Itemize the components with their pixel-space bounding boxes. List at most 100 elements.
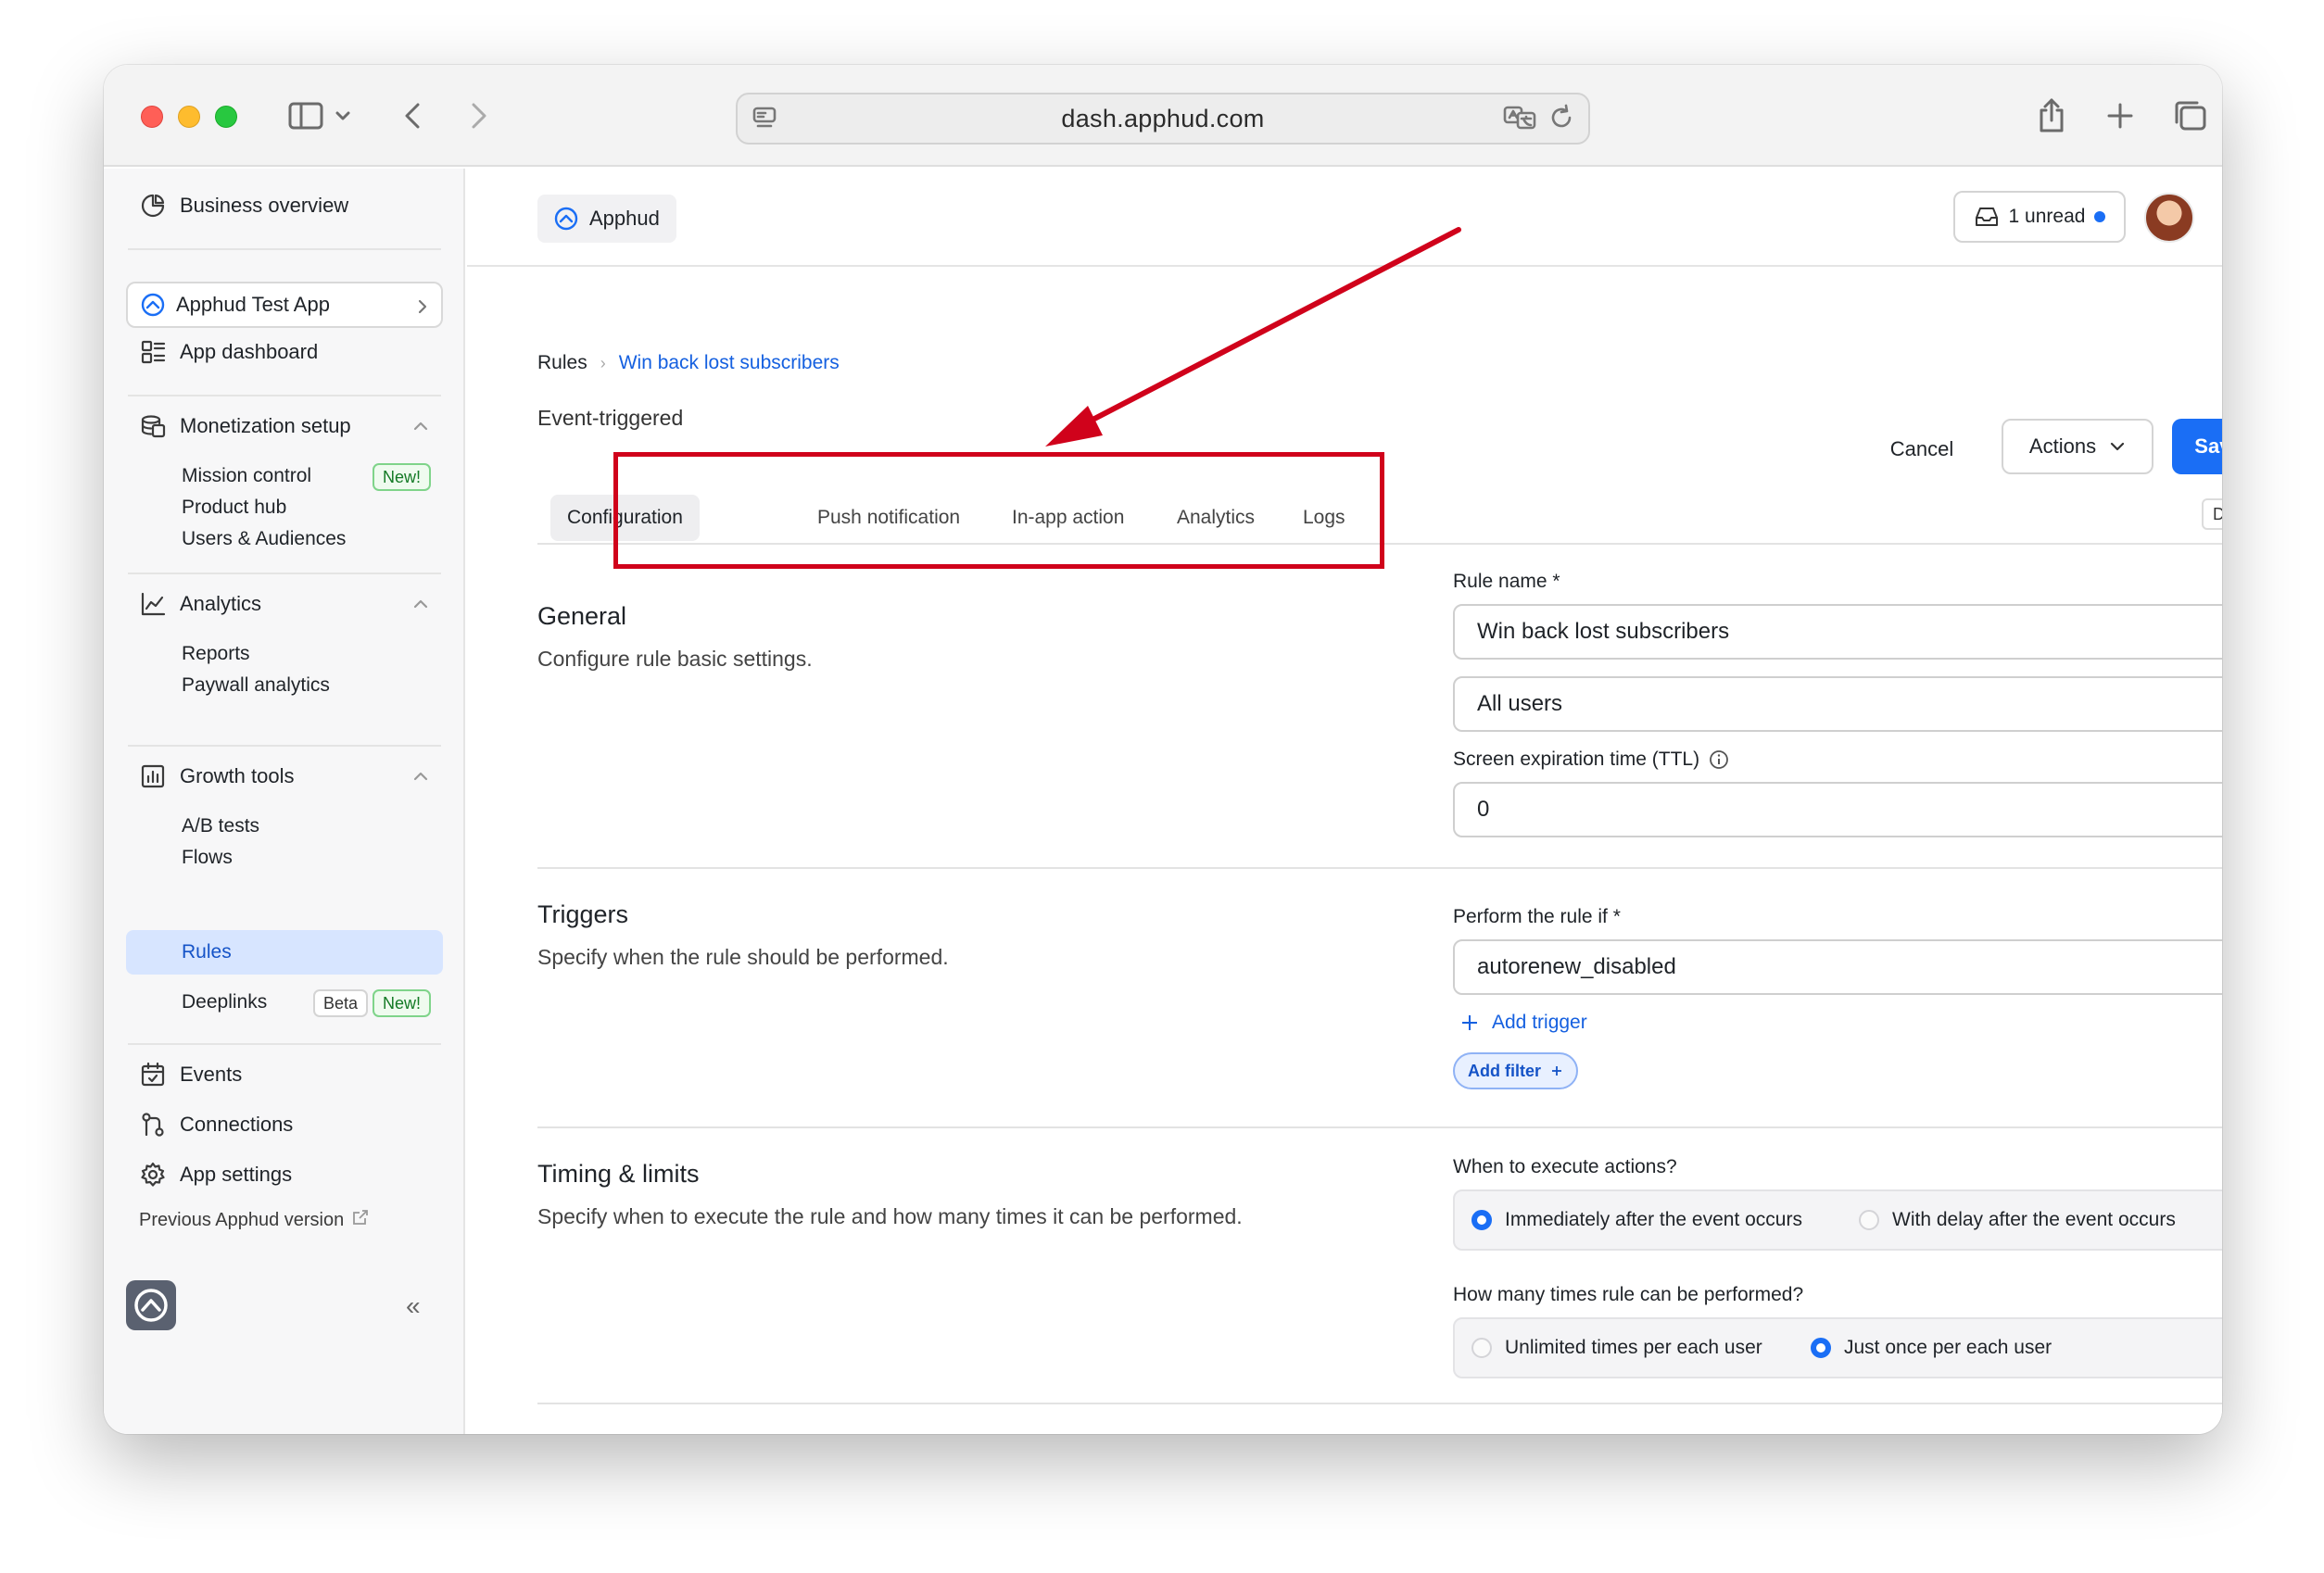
tab-push-notification[interactable]: Push notification	[817, 495, 960, 541]
add-filter-label: Add filter	[1468, 1061, 1541, 1080]
beta-badge: Beta	[313, 989, 369, 1017]
section-divider	[537, 1126, 2222, 1128]
radio-label: With delay after the event occurs	[1892, 1209, 2176, 1230]
collapse-sidebar-button[interactable]: «	[406, 1291, 421, 1321]
actions-button[interactable]: Actions	[2002, 419, 2153, 474]
timing-section-description: Specify when to execute the rule and how…	[537, 1204, 1243, 1228]
perform-rule-label: Perform the rule if *	[1453, 906, 1621, 927]
chevron-up-icon[interactable]	[411, 417, 430, 435]
triggers-section-title: Triggers	[537, 900, 629, 928]
execute-when-radio-group: Immediately after the event occurs With …	[1453, 1189, 2222, 1251]
zoom-window-button[interactable]	[215, 106, 237, 128]
tab-overview-icon[interactable]	[2170, 93, 2211, 139]
chevron-up-icon[interactable]	[411, 595, 430, 613]
radio-indicator-selected	[1811, 1338, 1831, 1358]
app-selector[interactable]: Apphud Test App	[126, 282, 443, 328]
sidebar-item-app-settings[interactable]: App settings	[139, 1154, 292, 1195]
growth-chart-icon	[139, 762, 167, 790]
browser-window: dash.apphud.com Business overview Apphud…	[104, 65, 2222, 1434]
sidebar-item-label: Paywall analytics	[182, 674, 330, 696]
line-chart-icon	[139, 590, 167, 618]
inbox-button[interactable]: 1 unread	[1953, 191, 2126, 243]
chevron-down-icon[interactable]	[332, 93, 354, 139]
sidebar-item-flows[interactable]: Flows	[182, 837, 233, 878]
apphud-logo-icon[interactable]	[126, 1280, 176, 1330]
trigger-event-select[interactable]: autorenew_disabled	[1453, 939, 2222, 995]
radio-unlimited[interactable]: Unlimited times per each user	[1471, 1319, 1762, 1377]
sidebar-divider	[128, 573, 441, 574]
radio-indicator	[1859, 1210, 1879, 1230]
sidebar-toggle-icon[interactable]	[285, 93, 326, 139]
radio-just-once[interactable]: Just once per each user	[1811, 1319, 2052, 1377]
times-performed-radio-group: Unlimited times per each user Just once …	[1453, 1317, 2222, 1378]
breadcrumb-current: Win back lost subscribers	[618, 352, 840, 373]
ttl-label: Screen expiration time (TTL)	[1453, 749, 1700, 770]
audience-select[interactable]: All users	[1453, 676, 2222, 732]
sidebar-divider	[128, 745, 441, 747]
organization-name: Apphud	[589, 207, 660, 230]
sidebar-item-rules-highlight[interactable]	[126, 930, 443, 975]
sidebar-group-monetization[interactable]: Monetization setup	[139, 406, 351, 447]
chevron-up-icon[interactable]	[411, 767, 430, 786]
ttl-input[interactable]	[1453, 782, 2222, 837]
radio-with-delay[interactable]: With delay after the event occurs	[1859, 1191, 2176, 1249]
sidebar-item-users-audiences[interactable]: Users & Audiences	[182, 519, 346, 560]
forward-icon[interactable]	[465, 93, 493, 139]
save-button[interactable]: Save	[2172, 419, 2222, 474]
sidebar-item-connections[interactable]: Connections	[139, 1104, 293, 1145]
sidebar-item-deeplinks[interactable]: Deeplinks	[182, 982, 267, 1023]
sidebar-item-events[interactable]: Events	[139, 1054, 242, 1095]
sidebar-item-label: Deeplinks	[182, 991, 268, 1013]
new-badge: New!	[373, 989, 432, 1017]
new-tab-icon[interactable]	[2102, 93, 2139, 139]
sidebar-divider	[128, 1043, 441, 1045]
tab-logs[interactable]: Logs	[1303, 495, 1345, 541]
add-trigger-button[interactable]: Add trigger	[1460, 1012, 1587, 1034]
sidebar-group-label: Analytics	[180, 592, 262, 615]
radio-label: Just once per each user	[1844, 1337, 2052, 1358]
page-subtitle: Event-triggered	[537, 406, 684, 430]
tab-in-app-action[interactable]: In-app action	[1012, 495, 1124, 541]
sidebar-item-business-overview[interactable]: Business overview	[139, 185, 348, 226]
plus-icon	[1550, 1064, 1563, 1077]
sidebar-divider	[128, 248, 441, 250]
calendar-icon	[139, 1061, 167, 1089]
sidebar-item-label: Connections	[180, 1113, 294, 1136]
sidebar-group-analytics[interactable]: Analytics	[139, 584, 261, 624]
reload-icon[interactable]	[1547, 104, 1575, 136]
info-icon[interactable]	[1709, 749, 1729, 770]
share-icon[interactable]	[2033, 93, 2070, 139]
apphud-logo-icon	[554, 207, 578, 231]
actions-label: Actions	[2028, 434, 2097, 458]
translate-icon[interactable]	[1503, 104, 1538, 136]
inbox-icon	[1974, 206, 2000, 228]
previous-version-link[interactable]: Previous Apphud version	[139, 1208, 370, 1232]
rule-name-input[interactable]	[1453, 604, 2222, 660]
cancel-button[interactable]: Cancel	[1872, 422, 1972, 476]
sidebar-item-label: App settings	[180, 1163, 293, 1186]
radio-indicator-selected	[1471, 1210, 1492, 1230]
sidebar-item-app-dashboard[interactable]: App dashboard	[139, 332, 318, 372]
execute-when-label: When to execute actions?	[1453, 1156, 1677, 1177]
coins-icon	[139, 412, 167, 440]
sidebar: Business overview Apphud Test App App da…	[104, 169, 465, 1434]
minimize-window-button[interactable]	[178, 106, 200, 128]
breadcrumb-root[interactable]: Rules	[537, 352, 587, 374]
app-selector-label: Apphud Test App	[176, 293, 330, 316]
close-window-button[interactable]	[141, 106, 163, 128]
section-divider	[537, 1403, 2222, 1404]
add-filter-button[interactable]: Add filter	[1453, 1052, 1578, 1089]
back-icon[interactable]	[398, 93, 426, 139]
triggers-section-description: Specify when the rule should be performe…	[537, 945, 949, 969]
radio-immediately[interactable]: Immediately after the event occurs	[1471, 1191, 1802, 1249]
general-section-description: Configure rule basic settings.	[537, 647, 813, 671]
sidebar-group-growth-tools[interactable]: Growth tools	[139, 756, 295, 797]
avatar[interactable]	[2144, 193, 2194, 243]
tab-configuration[interactable]: Configuration	[550, 495, 700, 541]
sidebar-item-rules[interactable]: Rules	[182, 932, 232, 973]
organization-chip[interactable]: Apphud	[537, 195, 676, 243]
tab-analytics[interactable]: Analytics	[1177, 495, 1255, 541]
address-bar[interactable]: dash.apphud.com	[736, 93, 1590, 145]
chevron-right-icon: ›	[600, 353, 606, 372]
sidebar-item-paywall-analytics[interactable]: Paywall analytics	[182, 665, 330, 706]
